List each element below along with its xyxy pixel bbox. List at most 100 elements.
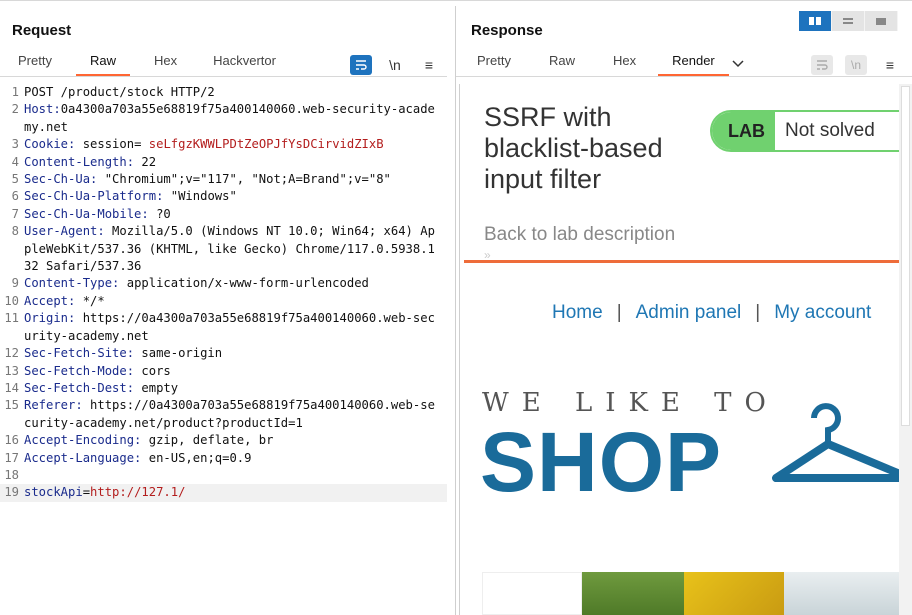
line-content: Sec-Ch-Ua-Mobile: ?0: [24, 206, 436, 223]
wrap-icon[interactable]: [811, 55, 833, 75]
product-image[interactable]: [784, 572, 899, 615]
nav-separator: |: [755, 302, 761, 323]
chevron-down-icon[interactable]: [731, 52, 745, 76]
response-tools: \n ≡: [811, 55, 901, 75]
request-tab-hex[interactable]: Hex: [154, 52, 177, 76]
layout-stacked-button[interactable]: [832, 11, 865, 31]
request-title: Request: [12, 22, 72, 39]
response-tabbar-border: [456, 76, 912, 77]
render-view: SSRF with blacklist-based input filter L…: [459, 84, 899, 615]
header-name: Accept-Language:: [24, 450, 142, 465]
line-number: 10: [4, 293, 19, 308]
header-name: Content-Length:: [24, 154, 135, 169]
response-title: Response: [471, 22, 543, 39]
line-content: Sec-Fetch-Dest: empty: [24, 380, 436, 397]
request-line[interactable]: 4 Content-Length: 22: [0, 154, 447, 171]
back-to-lab-link[interactable]: Back to lab description: [484, 224, 675, 246]
header-name: Cookie:: [24, 137, 76, 152]
request-tab-raw[interactable]: Raw: [75, 52, 131, 76]
header-value: https://0a4300a703a55e68819f75a400140060…: [24, 311, 435, 343]
line-content: Host:0a4300a703a55e68819f75a400140060.we…: [24, 101, 436, 136]
header-name: Origin:: [24, 311, 76, 326]
nav-admin-panel-link[interactable]: Admin panel: [636, 302, 742, 324]
header-value: same-origin: [134, 346, 223, 361]
line-content: Sec-Fetch-Site: same-origin: [24, 345, 436, 362]
response-tab-raw[interactable]: Raw: [549, 52, 575, 76]
request-line[interactable]: 15 Referer: https://0a4300a703a55e68819f7…: [0, 397, 447, 432]
product-image[interactable]: [684, 572, 784, 615]
line-content: [24, 467, 436, 484]
header-value: en-US,en;q=0.9: [141, 450, 252, 465]
request-line[interactable]: 5 Sec-Ch-Ua: "Chromium";v="117", "Not;A=B…: [0, 171, 447, 188]
request-line[interactable]: 12 Sec-Fetch-Site: same-origin: [0, 345, 447, 362]
layout-tabs-button[interactable]: [865, 11, 898, 31]
line-content: Sec-Ch-Ua-Platform: "Windows": [24, 188, 436, 205]
product-image-strip: [482, 572, 899, 615]
line-content: Sec-Fetch-Mode: cors: [24, 363, 436, 380]
line-number: 15: [4, 398, 19, 413]
line-number: 18: [4, 467, 19, 482]
line-content: Content-Length: 22: [24, 154, 436, 171]
request-line[interactable]: 17 Accept-Language: en-US,en;q=0.9: [0, 450, 447, 467]
header-name: Sec-Ch-Ua-Mobile:: [24, 206, 149, 221]
request-line[interactable]: 8 User-Agent: Mozilla/5.0 (Windows NT 10.…: [0, 223, 447, 275]
request-line[interactable]: 19 stockApi=http://127.1/: [0, 484, 447, 502]
header-value: =: [82, 485, 91, 500]
request-line[interactable]: 14 Sec-Fetch-Dest: empty: [0, 380, 447, 397]
layout-side-by-side-button[interactable]: [799, 11, 832, 31]
request-line[interactable]: 1 POST /product/stock HTTP/2: [0, 84, 447, 101]
header-name: Sec-Ch-Ua:: [24, 172, 98, 187]
request-line[interactable]: 18: [0, 467, 447, 484]
newline-icon[interactable]: \n: [845, 55, 867, 75]
request-line[interactable]: 6 Sec-Ch-Ua-Platform: "Windows": [0, 188, 447, 205]
product-image[interactable]: [582, 572, 684, 615]
newline-icon[interactable]: \n: [384, 55, 406, 75]
rows-icon: [843, 18, 853, 24]
request-line[interactable]: 9 Content-Type: application/x-www-form-ur…: [0, 275, 447, 292]
site-nav: Home | Admin panel | My account: [552, 302, 871, 324]
response-tab-hex[interactable]: Hex: [613, 52, 636, 76]
line-number: 9: [11, 276, 19, 291]
request-line[interactable]: 3 Cookie: session= seLfgzKWWLPDtZeOPJfYsD…: [0, 136, 447, 153]
header-value: 0a4300a703a55e68819f75a400140060.web-sec…: [24, 102, 435, 134]
line-number: 16: [4, 433, 19, 448]
lab-status-badge: LAB Not solved: [710, 110, 899, 152]
nav-separator: |: [616, 302, 622, 323]
request-line[interactable]: 16 Accept-Encoding: gzip, deflate, br: [0, 432, 447, 449]
menu-icon[interactable]: ≡: [418, 55, 440, 75]
menu-icon[interactable]: ≡: [879, 55, 901, 75]
shop-brand: SHOP: [480, 415, 723, 509]
nav-my-account-link[interactable]: My account: [774, 302, 871, 324]
request-line[interactable]: 2 Host:0a4300a703a55e68819f75a400140060.w…: [0, 101, 447, 136]
request-tab-hackvertor[interactable]: Hackvertor: [213, 52, 276, 76]
header-value: empty: [134, 380, 179, 395]
line-content: Referer: https://0a4300a703a55e68819f75a…: [24, 397, 436, 432]
response-tab-render[interactable]: Render: [658, 52, 729, 76]
line-content: Origin: https://0a4300a703a55e68819f75a4…: [24, 310, 436, 345]
request-line[interactable]: 7 Sec-Ch-Ua-Mobile: ?0: [0, 206, 447, 223]
request-editor[interactable]: 1 POST /product/stock HTTP/2 2 Host:0a4300a…: [0, 84, 447, 502]
header-divider: [464, 260, 899, 263]
param-value: http://127.1/: [90, 485, 186, 500]
request-tab-pretty[interactable]: Pretty: [18, 52, 52, 76]
line-number: 13: [4, 363, 19, 378]
line-number: 17: [4, 450, 19, 465]
request-line[interactable]: 11 Origin: https://0a4300a703a55e68819f75…: [0, 310, 447, 345]
line-content: stockApi=http://127.1/: [24, 484, 436, 501]
line-content: Content-Type: application/x-www-form-url…: [24, 275, 436, 292]
header-value: application/x-www-form-urlencoded: [119, 276, 369, 291]
header-name: Content-Type:: [24, 276, 120, 291]
request-line[interactable]: 10 Accept: */*: [0, 293, 447, 310]
pane-divider[interactable]: [455, 6, 456, 615]
response-tab-pretty[interactable]: Pretty: [477, 52, 511, 76]
line-number: 12: [4, 346, 19, 361]
product-image[interactable]: [482, 572, 582, 615]
nav-home-link[interactable]: Home: [552, 302, 603, 324]
wrap-icon[interactable]: [350, 55, 372, 75]
request-line[interactable]: 13 Sec-Fetch-Mode: cors: [0, 363, 447, 380]
line-number: 3: [11, 137, 19, 152]
line-content: User-Agent: Mozilla/5.0 (Windows NT 10.0…: [24, 223, 436, 275]
line-content: Accept: */*: [24, 293, 436, 310]
line-content: Accept-Language: en-US,en;q=0.9: [24, 450, 436, 467]
render-scrollbar-thumb[interactable]: [901, 86, 910, 426]
